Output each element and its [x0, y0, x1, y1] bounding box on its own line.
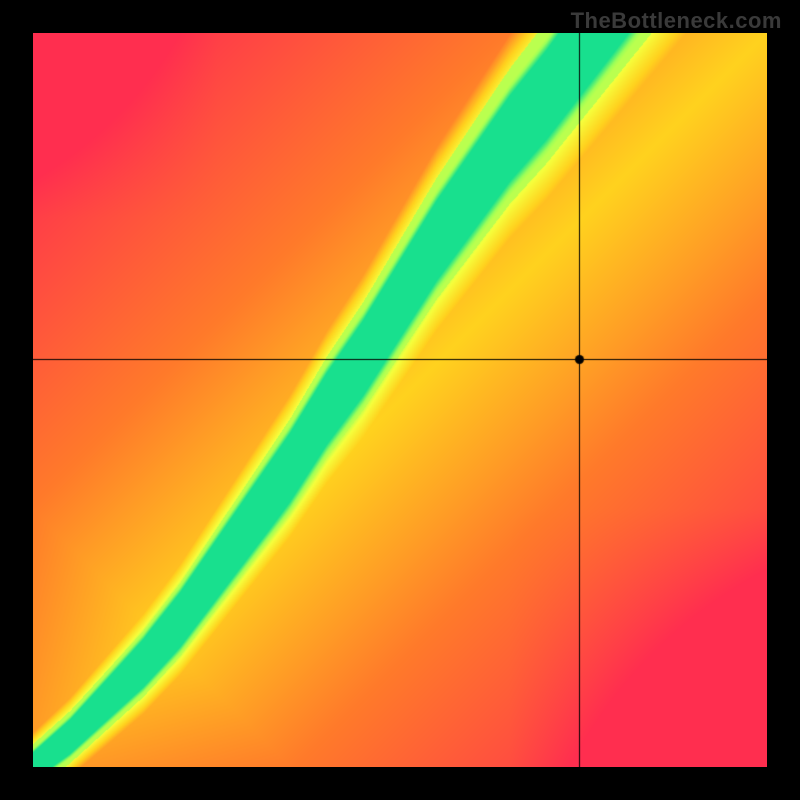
chart-frame: TheBottleneck.com [0, 0, 800, 800]
watermark-text: TheBottleneck.com [571, 8, 782, 34]
bottleneck-heatmap [33, 33, 767, 767]
